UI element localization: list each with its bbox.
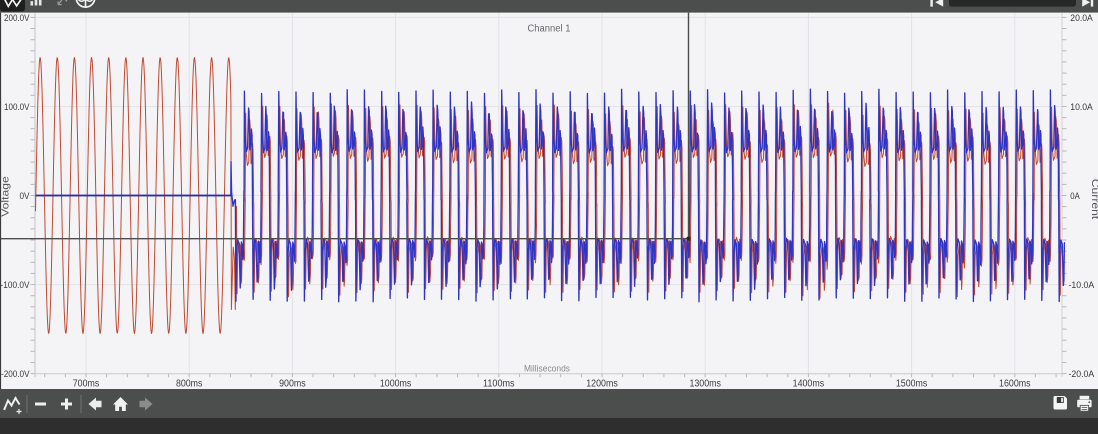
svg-text:-10.0A: -10.0A <box>1069 280 1095 291</box>
svg-text:-200.0V: -200.0V <box>1 369 30 380</box>
svg-text:100.0V: 100.0V <box>4 102 30 113</box>
svg-text:1500ms: 1500ms <box>896 378 928 389</box>
svg-text:Channel 1: Channel 1 <box>528 23 571 34</box>
svg-text:1200ms: 1200ms <box>586 378 618 389</box>
svg-text:1600ms: 1600ms <box>999 378 1031 389</box>
svg-text:1400ms: 1400ms <box>793 378 825 389</box>
svg-text:1300ms: 1300ms <box>689 378 721 389</box>
svg-text:1100ms: 1100ms <box>483 378 515 389</box>
svg-text:1000ms: 1000ms <box>380 378 412 389</box>
svg-text:0A: 0A <box>1070 191 1080 202</box>
svg-text:700ms: 700ms <box>73 378 100 389</box>
svg-text:-100.0V: -100.0V <box>1 280 31 291</box>
svg-text:20.0A: 20.0A <box>1070 13 1093 24</box>
svg-text:800ms: 800ms <box>176 378 203 389</box>
svg-text:Voltage: Voltage <box>0 176 12 217</box>
svg-text:Current: Current <box>1089 179 1098 220</box>
svg-text:0V: 0V <box>20 191 31 202</box>
svg-text:200.0V: 200.0V <box>4 13 30 24</box>
svg-text:10.0A: 10.0A <box>1070 102 1093 113</box>
svg-text:Milliseconds: Milliseconds <box>524 363 570 374</box>
svg-text:900ms: 900ms <box>279 378 306 389</box>
svg-text:-20.0A: -20.0A <box>1069 369 1095 380</box>
